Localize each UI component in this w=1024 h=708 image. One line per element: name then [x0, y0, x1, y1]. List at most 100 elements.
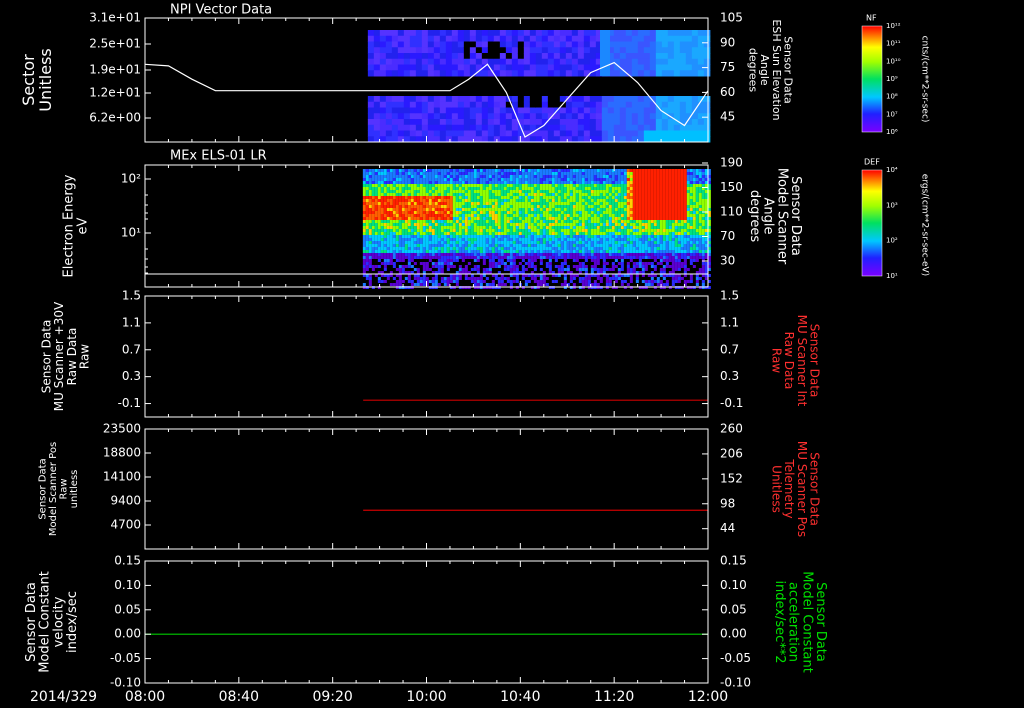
spectro-cell: [650, 202, 654, 205]
spectro-cell: [497, 199, 501, 202]
spectro-cell: [578, 199, 582, 202]
spectro-cell: [476, 244, 480, 247]
spectro-cell: [647, 247, 651, 250]
spectro-cell: [559, 58, 567, 65]
spectro-cell: [497, 253, 501, 256]
spectro-cell: [683, 193, 687, 196]
spectro-cell: [602, 208, 606, 211]
spectro-cell: [674, 277, 678, 280]
spectro-cell: [428, 172, 432, 175]
spectro-cell: [485, 178, 489, 181]
spectro-cell: [371, 175, 375, 178]
spectro-cell: [607, 119, 615, 126]
spectro-cell: [569, 214, 573, 217]
spectro-cell: [611, 244, 615, 247]
spectro-cell: [593, 265, 597, 268]
spectro-cell: [509, 235, 513, 238]
spectro-cell: [470, 169, 474, 172]
spectro-cell: [611, 256, 615, 259]
spectro-cell: [659, 223, 663, 226]
spectro-cell: [557, 208, 561, 211]
spectro-cell: [458, 208, 462, 211]
spectro-cell: [377, 250, 381, 253]
spectro-cell: [527, 238, 531, 241]
spectro-cell: [422, 262, 426, 265]
spectro-cell: [553, 70, 561, 77]
spectro-cell: [620, 211, 624, 214]
spectro-cell: [617, 202, 621, 205]
spectro-cell: [602, 250, 606, 253]
spectro-cell: [623, 253, 627, 256]
spectro-cell: [421, 101, 429, 108]
spectro-cell: [413, 262, 417, 265]
spectro-cell: [611, 205, 615, 208]
spectro-cell: [599, 277, 603, 280]
spectro-cell: [695, 229, 699, 232]
spectro-cell: [535, 35, 543, 42]
spectro-cell: [380, 226, 384, 229]
spectro-cell: [614, 184, 618, 187]
spectro-cell: [425, 202, 429, 205]
spectro-cell: [626, 172, 630, 175]
spectro-cell: [653, 172, 657, 175]
spectro-cell: [533, 202, 537, 205]
spectro-cell: [542, 172, 546, 175]
spectro-cell: [587, 178, 591, 181]
spectro-cell: [433, 70, 441, 77]
spectro-cell: [407, 220, 411, 223]
spectro-cell: [632, 208, 636, 211]
spectro-cell: [655, 58, 663, 65]
spectro-cell: [403, 96, 411, 103]
spectro-cell: [554, 187, 558, 190]
spectro-cell: [539, 277, 543, 280]
spectro-cell: [691, 70, 699, 77]
spectro-cell: [446, 247, 450, 250]
spectro-cell: [458, 232, 462, 235]
spectro-cell: [539, 217, 543, 220]
spectro-cell: [638, 259, 642, 262]
spectro-cell: [452, 211, 456, 214]
spectro-cell: [389, 235, 393, 238]
spectro-cell: [380, 214, 384, 217]
spectro-cell: [563, 247, 567, 250]
spectro-cell: [539, 283, 543, 286]
spectro-cell: [497, 217, 501, 220]
spectro-cell: [601, 96, 609, 103]
spectro-cell: [626, 250, 630, 253]
spectro-cell: [635, 250, 639, 253]
spectro-cell: [407, 229, 411, 232]
spectro-cell: [539, 199, 543, 202]
spectro-cell: [488, 190, 492, 193]
spectro-cell: [377, 199, 381, 202]
spectro-cell: [419, 247, 423, 250]
spectro-cell: [374, 190, 378, 193]
spectro-cell: [362, 220, 366, 223]
spectro-cell: [362, 262, 366, 265]
spectro-cell: [548, 175, 552, 178]
spectro-cell: [503, 223, 507, 226]
spectro-cell: [572, 211, 576, 214]
spectro-cell: [656, 169, 660, 172]
spectro-cell: [590, 211, 594, 214]
spectro-cell: [473, 250, 477, 253]
spectro-cell: [511, 47, 519, 54]
spectro-cell: [563, 280, 567, 283]
spectro-cell: [548, 226, 552, 229]
spectro-cell: [497, 238, 501, 241]
spectro-cell: [434, 226, 438, 229]
spectro-cell: [578, 208, 582, 211]
spectro-cell: [452, 232, 456, 235]
spectro-cell: [653, 214, 657, 217]
spectro-cell: [638, 175, 642, 178]
spectro-cell: [680, 232, 684, 235]
spectro-cell: [545, 235, 549, 238]
spectro-cell: [599, 229, 603, 232]
spectro-cell: [656, 226, 660, 229]
spectro-cell: [698, 169, 702, 172]
spectro-cell: [641, 199, 645, 202]
spectro-cell: [685, 41, 693, 48]
spectro-cell: [440, 244, 444, 247]
spectro-cell: [605, 226, 609, 229]
spectro-cell: [668, 211, 672, 214]
spectro-cell: [623, 178, 627, 181]
